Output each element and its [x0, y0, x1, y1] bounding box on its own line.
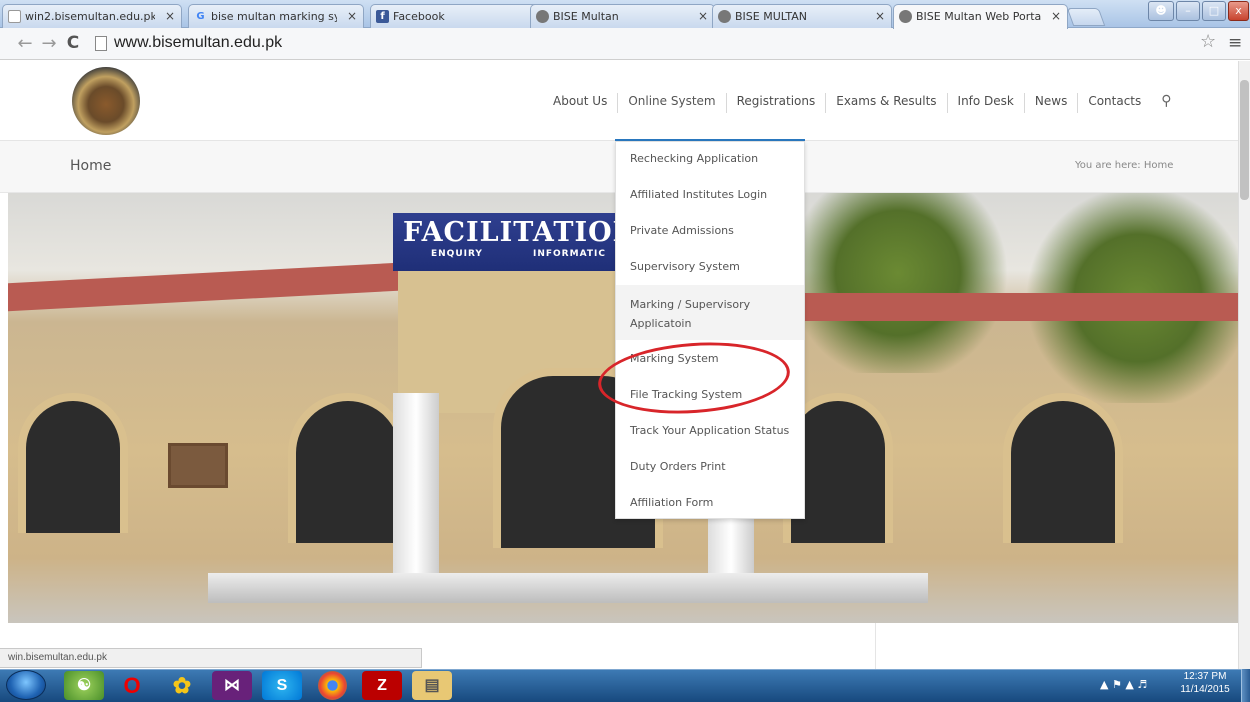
- tree: [778, 193, 1018, 373]
- forward-arrow-icon[interactable]: →: [40, 33, 58, 54]
- nav-online-system[interactable]: Online System: [617, 93, 725, 113]
- nav-news[interactable]: News: [1023, 93, 1077, 113]
- tab-bise-web-portal[interactable]: BISE Multan Web Portal | ×: [893, 4, 1068, 29]
- page-icon: [8, 10, 21, 23]
- tab-google-search[interactable]: G bise multan marking syste ×: [188, 4, 364, 28]
- facebook-icon: f: [376, 10, 389, 23]
- nav-contacts[interactable]: Contacts: [1077, 93, 1151, 113]
- google-talk-icon[interactable]: ☯: [64, 671, 104, 700]
- tab-win2-bisemultan[interactable]: win2.bisemultan.edu.pk/tr ×: [2, 4, 182, 28]
- nav-registrations[interactable]: Registrations: [725, 93, 826, 113]
- menu-item-private-admissions[interactable]: Private Admissions: [616, 224, 804, 237]
- reload-icon[interactable]: C: [64, 33, 82, 53]
- close-icon[interactable]: ×: [347, 9, 357, 23]
- file-explorer-icon[interactable]: ▤: [412, 671, 452, 700]
- arch-window: [1003, 393, 1123, 543]
- notice-board: [168, 443, 228, 488]
- menu-item-supervisory-system[interactable]: Supervisory System: [616, 260, 804, 273]
- filezilla-icon[interactable]: Z: [362, 671, 402, 700]
- nav-info-desk[interactable]: Info Desk: [946, 93, 1024, 113]
- menu-item-duty-orders-print[interactable]: Duty Orders Print: [616, 460, 804, 473]
- roof: [8, 262, 398, 312]
- nav-exams-results[interactable]: Exams & Results: [825, 93, 946, 113]
- visual-studio-icon[interactable]: ⋈: [212, 671, 252, 700]
- scrollbar-thumb[interactable]: [1240, 80, 1249, 200]
- bise-logo-icon: [718, 10, 731, 23]
- opera-icon[interactable]: O: [112, 671, 152, 700]
- divider: [875, 623, 876, 669]
- tab-bise-multan[interactable]: BISE Multan ×: [530, 4, 715, 28]
- address-bar[interactable]: www.bisemultan.edu.pk: [92, 32, 1192, 56]
- tab-facebook[interactable]: f Facebook ×: [370, 4, 550, 28]
- status-bar: win.bisemultan.edu.pk: [0, 648, 422, 668]
- tab-bise-multan-2[interactable]: BISE MULTAN ×: [712, 4, 892, 28]
- skype-icon[interactable]: S: [262, 671, 302, 700]
- menu-item-track-application-status[interactable]: Track Your Application Status: [616, 424, 804, 437]
- breadcrumb: You are here: Home: [1075, 160, 1174, 171]
- nav-about-us[interactable]: About Us: [543, 93, 617, 113]
- taskbar-clock[interactable]: 12:37 PM 11/14/2015: [1170, 670, 1240, 696]
- minimize-button[interactable]: –: [1176, 1, 1200, 21]
- google-icon: G: [196, 11, 205, 22]
- menu-item-marking-supervisory-application[interactable]: Marking / Supervisory Applicatoin: [616, 285, 804, 340]
- user-icon[interactable]: ☻: [1148, 1, 1174, 21]
- menu-icon[interactable]: ≡: [1228, 33, 1242, 53]
- bise-logo-icon: [899, 10, 912, 23]
- steps: [208, 573, 928, 603]
- online-system-dropdown: Rechecking Application Affiliated Instit…: [615, 141, 805, 519]
- back-arrow-icon[interactable]: ←: [16, 33, 34, 54]
- search-icon[interactable]: ⚲: [1151, 93, 1171, 113]
- system-tray[interactable]: ▲ ⚑ ▲ ♬: [1100, 678, 1147, 691]
- close-icon[interactable]: ×: [165, 9, 175, 23]
- roof: [803, 293, 1238, 321]
- start-button[interactable]: [6, 670, 46, 700]
- chrome-icon[interactable]: [318, 671, 347, 700]
- new-tab-button[interactable]: [1066, 8, 1106, 26]
- menu-item-affiliated-institutes-login[interactable]: Affiliated Institutes Login: [616, 188, 804, 201]
- close-icon[interactable]: ×: [698, 9, 708, 23]
- page-title: Home: [70, 158, 112, 174]
- windows-live-icon[interactable]: ✿: [162, 671, 202, 700]
- show-desktop-button[interactable]: [1241, 669, 1250, 702]
- main-nav: About Us Online System Registrations Exa…: [543, 93, 1172, 113]
- maximize-button[interactable]: □: [1202, 1, 1226, 21]
- menu-item-rechecking-application[interactable]: Rechecking Application: [616, 152, 804, 165]
- facilitation-sign: FACILITATION ENQUIRY INFORMATIC: [393, 213, 621, 271]
- menu-item-affiliation-form[interactable]: Affiliation Form: [616, 496, 804, 509]
- arch-window: [18, 393, 128, 533]
- close-window-button[interactable]: x: [1228, 1, 1249, 21]
- bise-logo-icon: [536, 10, 549, 23]
- close-icon[interactable]: ×: [875, 9, 885, 23]
- bookmark-star-icon[interactable]: ☆: [1200, 31, 1216, 52]
- web-page: About Us Online System Registrations Exa…: [0, 61, 1238, 669]
- arch-window: [288, 393, 408, 543]
- page-icon: [95, 36, 107, 51]
- pillar: [393, 393, 439, 578]
- bise-multan-logo[interactable]: [72, 67, 140, 135]
- close-icon[interactable]: ×: [1051, 9, 1061, 23]
